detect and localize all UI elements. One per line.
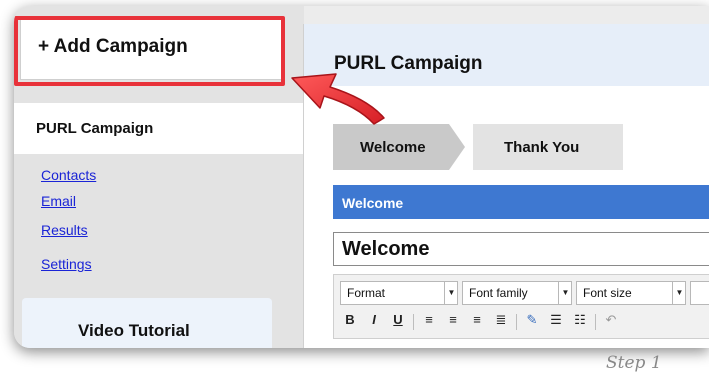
align-left-icon[interactable]: ≡: [419, 312, 439, 332]
toolbar-separator: [595, 314, 596, 330]
step-tab-welcome-label[interactable]: Welcome: [360, 139, 426, 156]
screenshot-frame: + Add Campaign PURL Campaign Contacts Em…: [14, 6, 709, 348]
step-arrow-icon: [449, 124, 465, 170]
main-panel: PURL Campaign Welcome Thank You Welcome …: [303, 24, 709, 348]
section-bar-label: Welcome: [342, 195, 404, 211]
font-family-label: Font family: [469, 286, 528, 300]
align-right-icon[interactable]: ≡: [467, 312, 487, 332]
chevron-down-icon[interactable]: ▼: [444, 281, 458, 305]
step-tab-thank-you-label[interactable]: Thank You: [504, 139, 579, 156]
format-select[interactable]: Format: [340, 281, 458, 305]
sidebar-link-contacts[interactable]: Contacts: [41, 167, 96, 183]
format-select-label: Format: [347, 286, 386, 300]
font-size-label: Font size: [583, 286, 632, 300]
bullet-list-icon[interactable]: ☰: [546, 312, 566, 332]
numbered-list-icon[interactable]: ☷: [570, 312, 590, 332]
video-tutorial-label[interactable]: Video Tutorial: [78, 321, 190, 341]
bold-icon[interactable]: B: [340, 312, 360, 332]
chevron-down-icon[interactable]: ▼: [558, 281, 572, 305]
sidebar-link-settings[interactable]: Settings: [41, 256, 92, 272]
editor-content-area[interactable]: [333, 338, 709, 348]
align-center-icon[interactable]: ≡: [443, 312, 463, 332]
page-title: PURL Campaign: [334, 53, 483, 74]
justify-icon[interactable]: ≣: [491, 312, 511, 332]
sidebar-link-email[interactable]: Email: [41, 193, 76, 209]
sidebar-item-label[interactable]: PURL Campaign: [36, 120, 153, 137]
toolbar-separator: [516, 314, 517, 330]
chevron-down-icon[interactable]: ▼: [672, 281, 686, 305]
step-caption: Step 1: [606, 353, 662, 373]
page-title-field[interactable]: Welcome: [333, 232, 709, 266]
italic-icon[interactable]: I: [364, 312, 384, 332]
sidebar-link-results[interactable]: Results: [41, 222, 88, 238]
font-family-select[interactable]: Font family: [462, 281, 572, 305]
font-size-select[interactable]: Font size: [576, 281, 686, 305]
undo-icon[interactable]: ↶: [601, 312, 621, 332]
highlight-box: [14, 16, 285, 86]
toolbar-select-overflow[interactable]: [690, 281, 709, 305]
app-window: + Add Campaign PURL Campaign Contacts Em…: [14, 6, 709, 348]
edit-icon[interactable]: ✎: [522, 312, 542, 332]
toolbar-separator: [413, 314, 414, 330]
underline-icon[interactable]: U: [388, 312, 408, 332]
